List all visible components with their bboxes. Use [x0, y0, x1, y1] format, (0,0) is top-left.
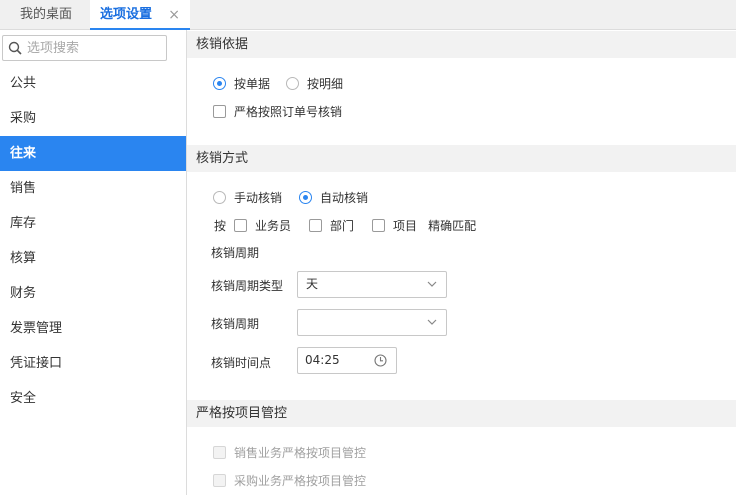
sidebar-item-voucher[interactable]: 凭证接口	[0, 346, 186, 381]
sidebar-item-accounts[interactable]: 往来	[0, 136, 186, 171]
sidebar: 公共 采购 往来 销售 库存 核算 财务 发票管理 凭证接口 安全	[0, 30, 187, 495]
sidebar-item-public[interactable]: 公共	[0, 66, 186, 101]
period-select[interactable]	[297, 309, 447, 336]
sales-project-control-label: 销售业务严格按项目管控	[234, 446, 367, 460]
checkbox-disabled[interactable]	[213, 446, 226, 459]
time-label: 核销时间点	[211, 356, 272, 370]
purchase-project-control-checkbox[interactable]: 采购业务严格按项目管控	[213, 472, 366, 489]
section-title-method: 核销方式	[187, 145, 736, 172]
tab-option-settings-label: 选项设置	[100, 7, 153, 22]
sidebar-item-invoice[interactable]: 发票管理	[0, 311, 186, 346]
period-type-value: 天	[306, 277, 319, 291]
period-type-label: 核销周期类型	[211, 279, 284, 293]
time-picker[interactable]: 04:25	[297, 347, 397, 374]
radio-by-document-label: 按单据	[234, 77, 271, 91]
project-label: 项目	[393, 219, 418, 233]
sidebar-item-costing[interactable]: 核算	[0, 241, 186, 276]
close-icon[interactable]: ×	[168, 0, 180, 30]
purchase-project-control-label: 采购业务严格按项目管控	[234, 474, 367, 488]
radio-by-document[interactable]: 按单据	[213, 75, 270, 92]
radio-manual-label: 手动核销	[234, 191, 283, 205]
tab-my-desktop[interactable]: 我的桌面	[10, 0, 82, 30]
time-value: 04:25	[305, 353, 340, 367]
radio-by-detail[interactable]: 按明细	[286, 75, 343, 92]
salesman-label: 业务员	[255, 219, 292, 233]
match-options-row: 按 业务员 部门 项目 精确匹配	[214, 217, 476, 234]
checkbox[interactable]	[213, 105, 226, 118]
chevron-down-icon	[427, 281, 437, 287]
radio-auto-label: 自动核销	[320, 191, 369, 205]
checkbox-disabled[interactable]	[213, 474, 226, 487]
sales-project-control-checkbox[interactable]: 销售业务严格按项目管控	[213, 444, 366, 461]
radio-manual[interactable]: 手动核销	[213, 189, 282, 206]
radio-button[interactable]	[286, 77, 299, 90]
sidebar-item-purchase[interactable]: 采购	[0, 101, 186, 136]
period-heading: 核销周期	[211, 246, 260, 260]
radio-by-detail-label: 按明细	[307, 77, 344, 91]
period-label: 核销周期	[211, 317, 260, 331]
tab-bar: 我的桌面 选项设置 ×	[0, 0, 736, 30]
department-label: 部门	[330, 219, 355, 233]
chevron-down-icon	[427, 319, 437, 325]
period-type-select[interactable]: 天	[297, 271, 447, 298]
clock-icon[interactable]	[374, 354, 387, 367]
sidebar-item-inventory[interactable]: 库存	[0, 206, 186, 241]
settings-panel: 核销依据 按单据 按明细 严格按照订单号核销 核销方式 手动核销 自动核销 按 …	[187, 30, 736, 495]
exact-match-label: 精确匹配	[428, 219, 477, 233]
strict-order-checkbox[interactable]: 严格按照订单号核销	[213, 103, 342, 120]
sidebar-item-sales[interactable]: 销售	[0, 171, 186, 206]
search-box	[2, 35, 167, 61]
radio-button[interactable]	[213, 191, 226, 204]
search-input[interactable]	[27, 39, 163, 57]
radio-button-selected[interactable]	[213, 77, 226, 90]
tab-option-settings[interactable]: 选项设置 ×	[90, 0, 190, 30]
strict-order-label: 严格按照订单号核销	[234, 105, 343, 119]
sidebar-item-security[interactable]: 安全	[0, 381, 186, 416]
sidebar-item-finance[interactable]: 财务	[0, 276, 186, 311]
section-title-basis: 核销依据	[187, 31, 736, 58]
section-title-project-control: 严格按项目管控	[187, 400, 736, 427]
match-prefix-label: 按	[214, 219, 227, 233]
search-icon	[8, 41, 22, 55]
department-checkbox[interactable]	[309, 219, 323, 232]
salesman-checkbox[interactable]	[234, 219, 248, 232]
sidebar-nav: 公共 采购 往来 销售 库存 核算 财务 发票管理 凭证接口 安全	[0, 66, 186, 416]
radio-auto[interactable]: 自动核销	[299, 189, 368, 206]
project-checkbox[interactable]	[372, 219, 386, 232]
radio-button-selected[interactable]	[299, 191, 312, 204]
